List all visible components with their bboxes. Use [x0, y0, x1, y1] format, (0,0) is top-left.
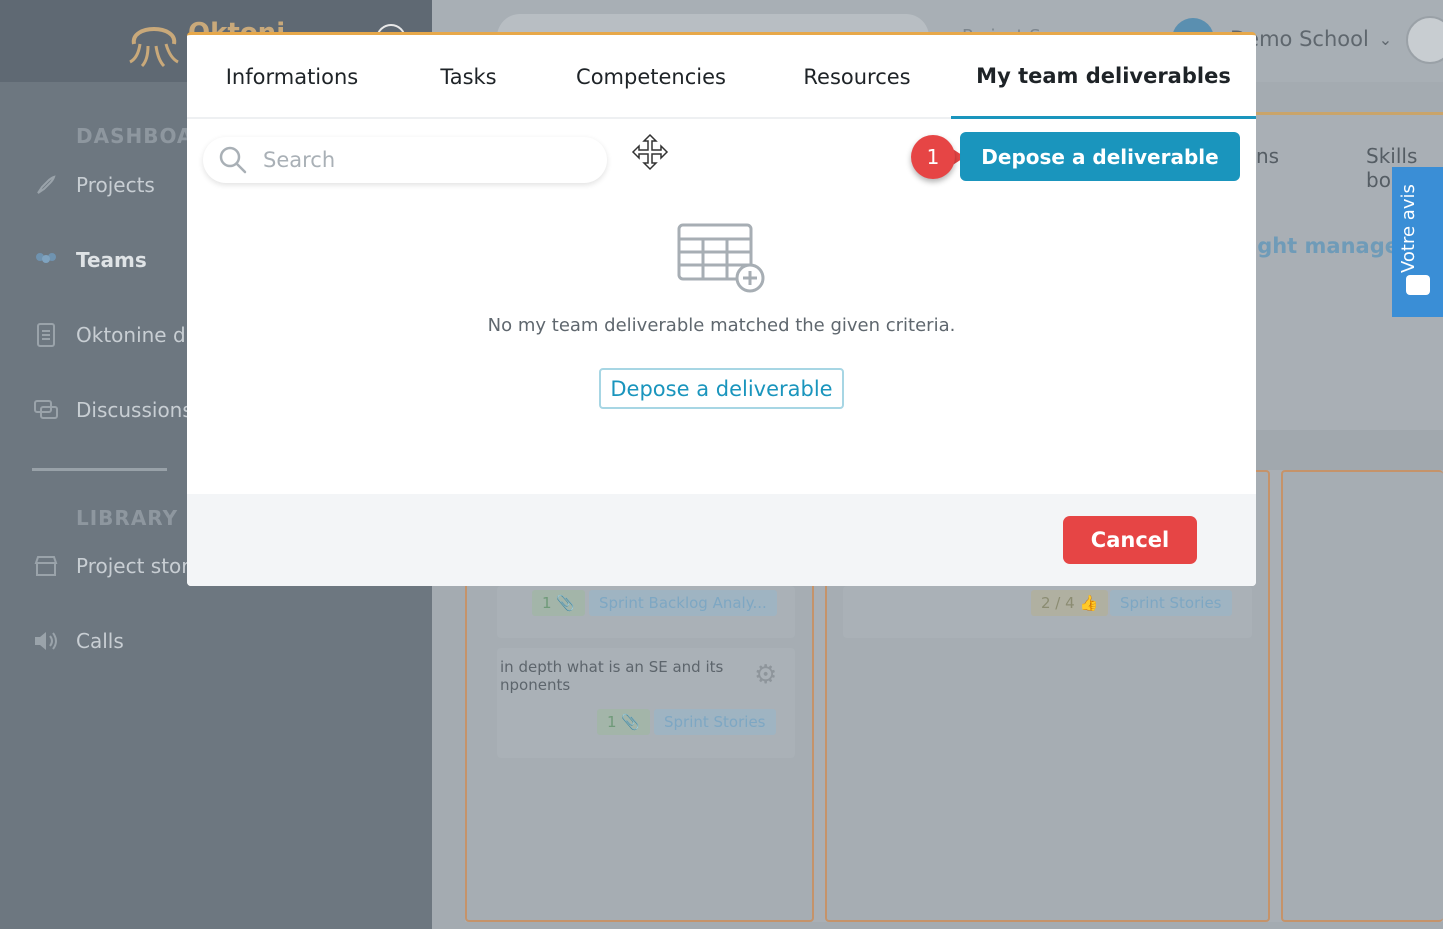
chevron-down-icon: ⌄ — [1378, 29, 1393, 49]
sidebar-item-discussions[interactable]: Discussions — [32, 395, 193, 425]
gear-icon[interactable]: ⚙ — [754, 660, 777, 690]
tab-tasks[interactable]: Tasks — [397, 35, 540, 119]
chat-bot-icon — [1406, 275, 1430, 295]
empty-state-message: No my team deliverable matched the given… — [487, 315, 956, 336]
panel-link[interactable]: ight manager — [1250, 234, 1409, 258]
sidebar-item-label: Project store — [76, 554, 202, 578]
sidebar-item-label: Calls — [76, 629, 124, 653]
tab-competencies[interactable]: Competencies — [540, 35, 762, 119]
sidebar-item-label: Projects — [76, 173, 155, 197]
store-icon — [32, 552, 60, 580]
search-icon — [219, 146, 247, 174]
panel-tab-partial[interactable]: ns — [1256, 144, 1279, 168]
search-input[interactable] — [261, 147, 581, 173]
task-card-text: in depth what is an SE and its nponents — [500, 658, 724, 694]
step-number: 1 — [911, 135, 955, 179]
sidebar-divider — [32, 468, 167, 471]
search-box[interactable] — [203, 137, 607, 183]
chat-icon — [32, 396, 60, 424]
tab-informations[interactable]: Informations — [187, 35, 397, 119]
attachment-count-badge: 1 📎 — [532, 590, 585, 616]
table-add-icon — [677, 223, 765, 293]
sidebar-item-label: Teams — [76, 248, 147, 272]
team-icon — [32, 246, 60, 274]
feedback-widget[interactable]: Votre avis — [1392, 167, 1443, 317]
sidebar-item-label: Discussions — [76, 398, 193, 422]
depose-deliverable-empty-button[interactable]: Depose a deliverable — [599, 368, 844, 409]
tab-resources[interactable]: Resources — [762, 35, 952, 119]
depose-deliverable-button[interactable]: Depose a deliverable — [960, 132, 1240, 181]
sprint-tag: Sprint Stories — [654, 709, 776, 735]
sidebar-item-teams[interactable]: Teams — [32, 245, 147, 275]
sidebar-section-library: LIBRARY — [76, 506, 179, 530]
feedback-label: Votre avis — [1398, 184, 1419, 273]
attachment-count-badge: 1 📎 — [597, 709, 650, 735]
likes-badge: 2 / 4 👍 — [1031, 590, 1109, 616]
modal-tabs: Informations Tasks Competencies Resource… — [187, 35, 1256, 119]
sidebar-item-project-store[interactable]: Project store — [32, 551, 201, 581]
rocket-icon — [32, 171, 60, 199]
sprint-tag: Sprint Stories — [1110, 590, 1232, 616]
sidebar-item-calls[interactable]: Calls — [32, 626, 124, 656]
speaker-icon — [32, 627, 60, 655]
octopus-logo-icon — [129, 27, 179, 68]
sprint-tag: Sprint Backlog Analy... — [589, 590, 777, 616]
cancel-button[interactable]: Cancel — [1063, 516, 1197, 564]
sidebar-item-projects[interactable]: Projects — [32, 170, 155, 200]
deliverables-modal: Informations Tasks Competencies Resource… — [187, 32, 1256, 586]
move-cursor-icon — [631, 133, 669, 171]
document-icon — [32, 321, 60, 349]
modal-footer: Cancel — [187, 494, 1256, 586]
kanban-column — [1281, 470, 1443, 922]
tab-my-team-deliverables[interactable]: My team deliverables — [951, 35, 1256, 119]
